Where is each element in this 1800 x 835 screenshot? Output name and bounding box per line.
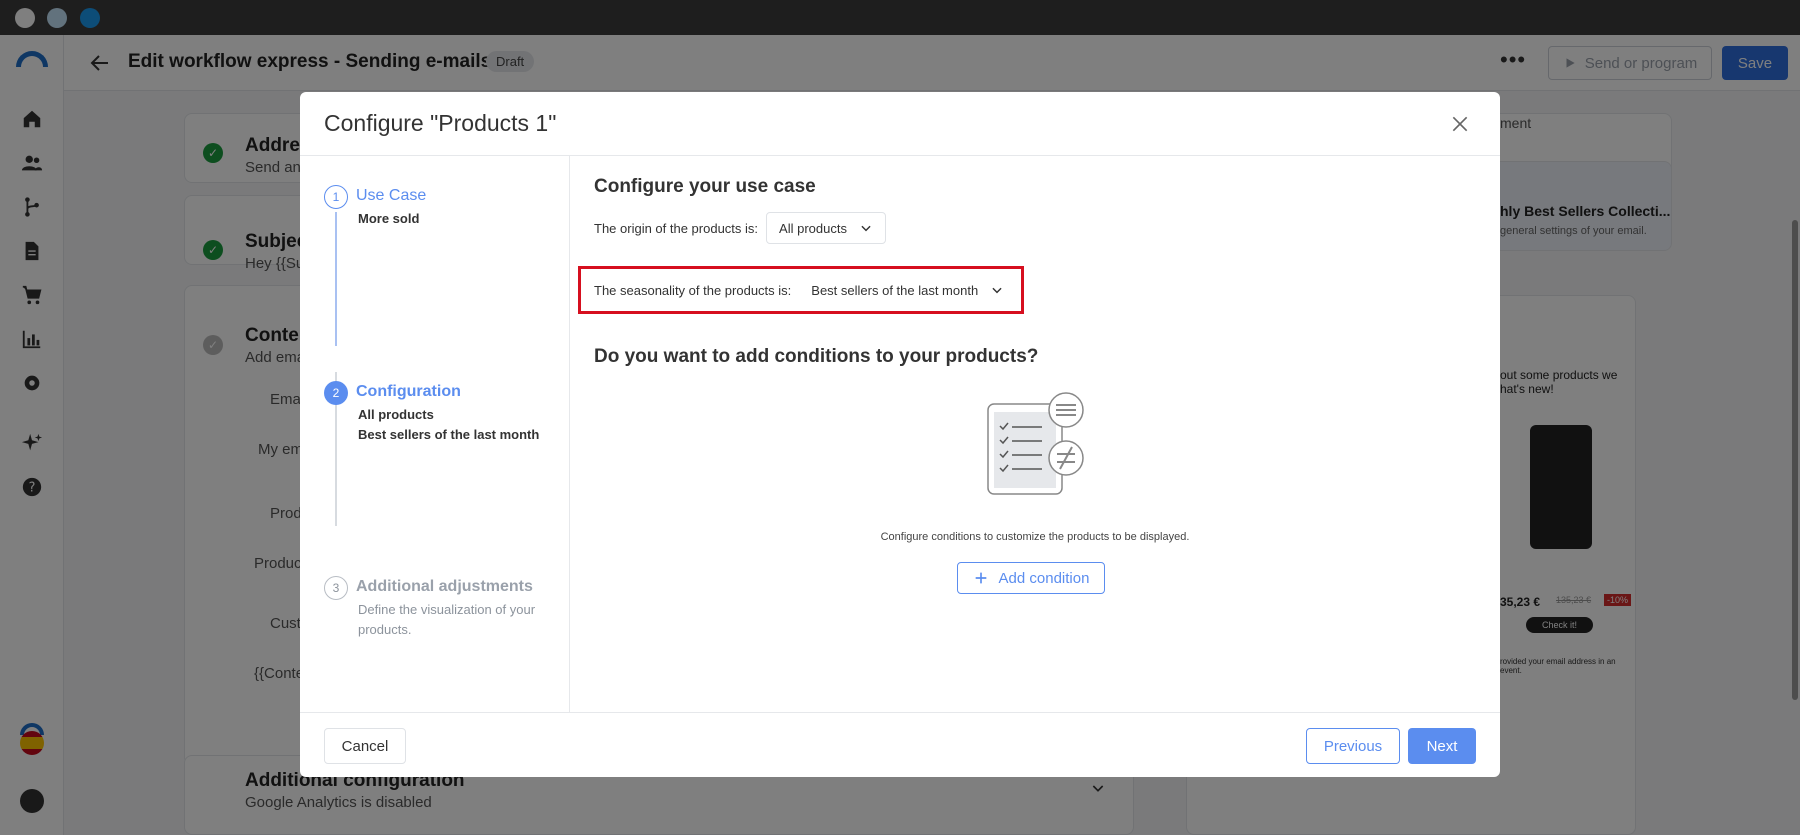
step-desc: More sold bbox=[358, 211, 420, 226]
conditions-heading: Do you want to add conditions to your pr… bbox=[594, 346, 1039, 367]
step-desc: All products bbox=[358, 407, 434, 422]
chevron-down-icon bbox=[861, 225, 871, 232]
step-title: Use Case bbox=[356, 187, 427, 204]
seasonality-select[interactable]: Best sellers of the last month bbox=[799, 274, 1017, 306]
step-number: 2 bbox=[324, 381, 348, 405]
configure-heading: Configure your use case bbox=[594, 176, 816, 197]
conditions-help-text: Configure conditions to customize the pr… bbox=[880, 531, 1190, 543]
origin-row: The origin of the products is: All produ… bbox=[594, 212, 886, 244]
add-condition-button[interactable]: Add condition bbox=[957, 562, 1105, 594]
origin-select[interactable]: All products bbox=[766, 212, 886, 244]
plus-icon bbox=[975, 572, 986, 584]
step-number: 3 bbox=[324, 576, 348, 600]
chevron-down-icon bbox=[992, 287, 1002, 294]
seasonality-label: The seasonality of the products is: bbox=[594, 282, 792, 298]
seasonality-row: The seasonality of the products is: Best… bbox=[594, 274, 1017, 306]
step-title: Additional adjustments bbox=[356, 578, 533, 595]
modal-footer: Cancel Previous Next bbox=[300, 712, 1500, 777]
conditions-checklist-icon bbox=[980, 392, 1090, 502]
cancel-button[interactable]: Cancel bbox=[324, 728, 406, 764]
previous-button[interactable]: Previous bbox=[1306, 728, 1400, 764]
configure-products-modal: Configure "Products 1" 1 Use Case More s… bbox=[300, 92, 1500, 777]
close-icon[interactable] bbox=[1448, 112, 1472, 136]
step-desc: Best sellers of the last month bbox=[358, 427, 540, 442]
modal-header: Configure "Products 1" bbox=[300, 92, 1500, 156]
step-connector bbox=[335, 212, 337, 346]
next-button[interactable]: Next bbox=[1408, 728, 1476, 764]
stepper: 1 Use Case More sold 2 Configuration All… bbox=[300, 156, 570, 712]
origin-label: The origin of the products is: bbox=[594, 220, 759, 236]
modal-title: Configure "Products 1" bbox=[324, 110, 557, 136]
step-number: 1 bbox=[324, 185, 348, 209]
step-title: Configuration bbox=[356, 383, 461, 400]
modal-content: Configure your use case The origin of th… bbox=[570, 156, 1500, 712]
step-desc: Define the visualization of your product… bbox=[358, 602, 536, 637]
